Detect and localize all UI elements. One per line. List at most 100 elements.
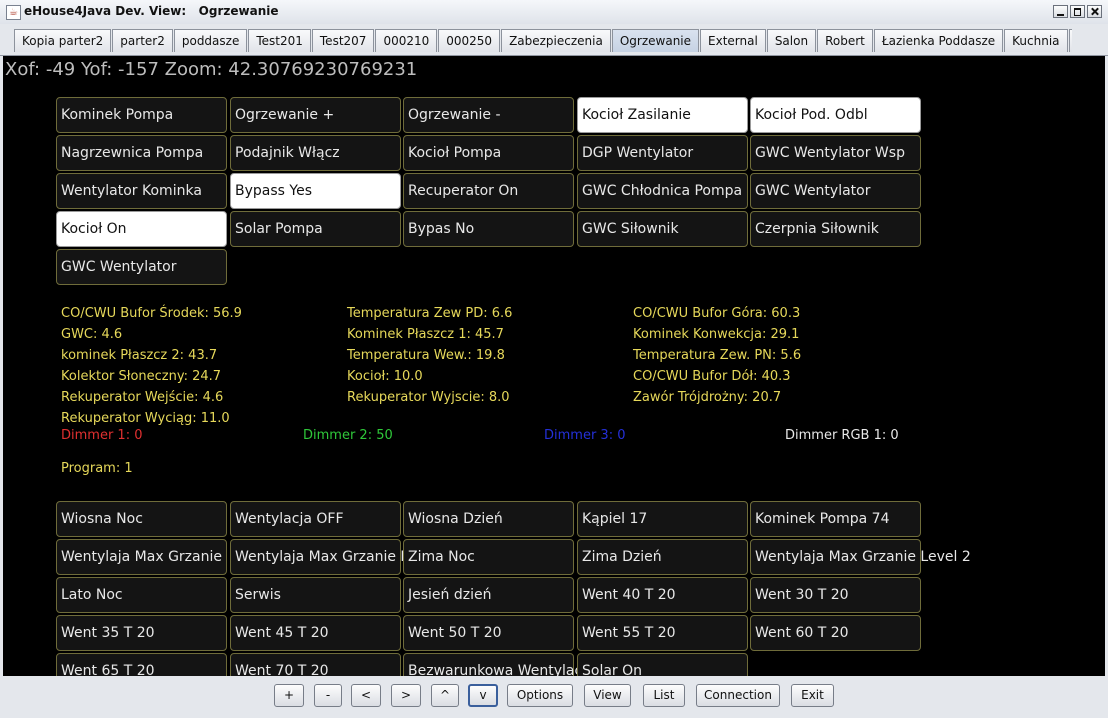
program-button[interactable]: Went 70 T 20 xyxy=(230,653,401,676)
java-icon: ☕ xyxy=(6,5,21,20)
list-button[interactable]: List xyxy=(643,684,685,707)
sensor-reading: Kolektor Słoneczny: 24.7 xyxy=(61,369,222,384)
output-button[interactable]: GWC Chłodnica Pompa xyxy=(577,173,748,209)
program-button[interactable]: Wentylaja Max Grzanie Level xyxy=(230,539,437,575)
pan-down-button[interactable]: v xyxy=(468,684,498,707)
program-button[interactable]: Kąpiel 17 xyxy=(577,501,748,537)
program-button[interactable]: Went 65 T 20 xyxy=(56,653,227,676)
tab-10[interactable]: External xyxy=(700,29,766,52)
view-button[interactable]: View xyxy=(584,684,631,707)
tab-2[interactable]: parter2 xyxy=(112,29,173,52)
sensor-reading: CO/CWU Bufor Góra: 60.3 xyxy=(633,306,801,321)
window-title: eHouse4Java Dev. View: Ogrzewanie xyxy=(24,4,279,18)
maximize-button[interactable] xyxy=(1070,5,1085,18)
sensor-reading: CO/CWU Bufor Środek: 56.9 xyxy=(61,306,242,321)
sensor-reading: Rekuperator Wyciąg: 11.0 xyxy=(61,411,230,426)
program-button[interactable]: Went 40 T 20 xyxy=(577,577,748,613)
connection-button[interactable]: Connection xyxy=(696,684,780,707)
tab-12[interactable]: Robert xyxy=(817,29,873,52)
tab-7[interactable]: 000250 xyxy=(438,29,501,52)
program-button[interactable]: Went 50 T 20 xyxy=(403,615,574,651)
options-button[interactable]: Options xyxy=(507,684,573,707)
output-button[interactable]: Kominek Pompa xyxy=(56,97,227,133)
sensor-reading: Temperatura Wew.: 19.8 xyxy=(347,348,505,363)
minimize-button[interactable] xyxy=(1053,5,1068,18)
program-button[interactable]: Wiosna Dzień xyxy=(403,501,574,537)
sensor-reading: Zawór Trójdrożny: 20.7 xyxy=(633,390,782,405)
program-button[interactable]: Lato Noc xyxy=(56,577,227,613)
dimmer-reading: Dimmer 2: 50 xyxy=(303,428,393,443)
program-button[interactable]: Wentylaja Max Grzanie xyxy=(56,539,227,575)
dimmer-reading: Dimmer 3: 0 xyxy=(544,428,626,443)
app-window: ☕ eHouse4Java Dev. View: Ogrzewanie Kopi… xyxy=(0,0,1108,718)
pan-left-button[interactable]: < xyxy=(351,684,381,707)
pan-right-button[interactable]: > xyxy=(391,684,421,707)
sensor-reading: kominek Płaszcz 2: 43.7 xyxy=(61,348,218,363)
sensor-reading: Rekuperator Wyjscie: 8.0 xyxy=(347,390,510,405)
tab-bar: Kopia parter2 parter2 poddasze Test201 Test2… xyxy=(0,24,1108,71)
program-button[interactable]: Went 45 T 20 xyxy=(230,615,401,651)
output-button[interactable]: Kocioł Pod. Odbl xyxy=(750,97,921,133)
output-button[interactable]: Bypas No xyxy=(403,211,574,247)
output-button[interactable]: Solar Pompa xyxy=(230,211,401,247)
output-button[interactable]: GWC Wentylator Wsp xyxy=(750,135,921,171)
output-button[interactable]: Ogrzewanie + xyxy=(230,97,401,133)
sensor-reading: Kocioł: 10.0 xyxy=(347,369,423,384)
output-button[interactable]: Recuperator On xyxy=(403,173,574,209)
program-button[interactable]: Went 35 T 20 xyxy=(56,615,227,651)
output-button[interactable]: Podajnik Włącz xyxy=(230,135,401,171)
program-button[interactable]: Went 30 T 20 xyxy=(750,577,921,613)
tab-14[interactable]: Kuchnia xyxy=(1004,29,1068,52)
output-button[interactable]: Kocioł On xyxy=(56,211,227,247)
program-button[interactable]: Kominek Pompa 74 xyxy=(750,501,921,537)
program-button[interactable]: Zima Dzień xyxy=(577,539,748,575)
sensor-reading: Temperatura Zew PD: 6.6 xyxy=(347,306,513,321)
bottom-toolbar: + - < > ^ v Options View List Connection Exit xyxy=(0,676,1108,718)
output-button[interactable]: Czerpnia Siłownik xyxy=(750,211,921,247)
output-button[interactable]: GWC Siłownik xyxy=(577,211,748,247)
zoom-out-button[interactable]: - xyxy=(314,684,342,707)
pan-up-button[interactable]: ^ xyxy=(431,684,459,707)
output-button[interactable]: Kocioł Zasilanie xyxy=(577,97,748,133)
tab-3[interactable]: poddasze xyxy=(173,29,248,52)
exit-button[interactable]: Exit xyxy=(791,684,834,707)
sensor-reading: Temperatura Zew. PN: 5.6 xyxy=(633,348,802,363)
view-info: Xof: -49 Yof: -157 Zoom: 42.307692307692… xyxy=(5,59,418,80)
program-button[interactable]: Wiosna Noc xyxy=(56,501,227,537)
program-button[interactable]: Went 55 T 20 xyxy=(577,615,748,651)
close-button[interactable] xyxy=(1087,5,1102,18)
zoom-in-button[interactable]: + xyxy=(274,684,304,707)
program-button[interactable]: Zima Noc xyxy=(403,539,574,575)
sensor-reading: Kominek Konwekcja: 29.1 xyxy=(633,327,800,342)
program-button[interactable]: Wentylaja Max Grzanie Level 2 xyxy=(750,539,971,575)
program-button[interactable]: Wentylacja OFF xyxy=(230,501,401,537)
tab-9[interactable]: Ogrzewanie xyxy=(611,29,700,52)
tab-1[interactable]: Kopia parter2 xyxy=(14,29,112,52)
program-button[interactable]: Serwis xyxy=(230,577,401,613)
output-button[interactable]: Ogrzewanie - xyxy=(403,97,574,133)
sensor-reading: CO/CWU Bufor Dół: 40.3 xyxy=(633,369,791,384)
output-button[interactable]: Kocioł Pompa xyxy=(403,135,574,171)
output-button[interactable]: Bypass Yes xyxy=(230,173,401,209)
output-button[interactable]: DGP Wentylator xyxy=(577,135,748,171)
house-view-canvas[interactable]: Xof: -49 Yof: -157 Zoom: 42.307692307692… xyxy=(3,56,1105,676)
tab-11[interactable]: Salon xyxy=(766,29,817,52)
program-button[interactable]: Bezwarunkowa Wentylacja xyxy=(403,653,595,676)
tab-6[interactable]: 000210 xyxy=(375,29,438,52)
dimmer-reading: Dimmer 1: 0 xyxy=(61,428,143,443)
output-button[interactable]: Wentylator Kominka xyxy=(56,173,227,209)
output-button[interactable]: GWC Wentylator xyxy=(750,173,921,209)
tab-5[interactable]: Test207 xyxy=(311,29,375,52)
output-button[interactable]: Nagrzewnica Pompa xyxy=(56,135,227,171)
tab-4[interactable]: Test201 xyxy=(248,29,311,52)
program-button[interactable]: Went 60 T 20 xyxy=(750,615,921,651)
title-bar: ☕ eHouse4Java Dev. View: Ogrzewanie xyxy=(0,0,1108,25)
tab-8[interactable]: Zabezpieczenia xyxy=(501,29,611,52)
program-indicator: Program: 1 xyxy=(61,461,133,476)
output-button[interactable]: GWC Wentylator xyxy=(56,249,227,285)
tab-13[interactable]: Łazienka Poddasze xyxy=(873,29,1004,52)
sensor-reading: GWC: 4.6 xyxy=(61,327,123,342)
tab-15[interactable]: Ella xyxy=(1068,29,1072,52)
program-button[interactable]: Jesień dzień xyxy=(403,577,574,613)
program-button[interactable]: Solar On xyxy=(577,653,748,676)
